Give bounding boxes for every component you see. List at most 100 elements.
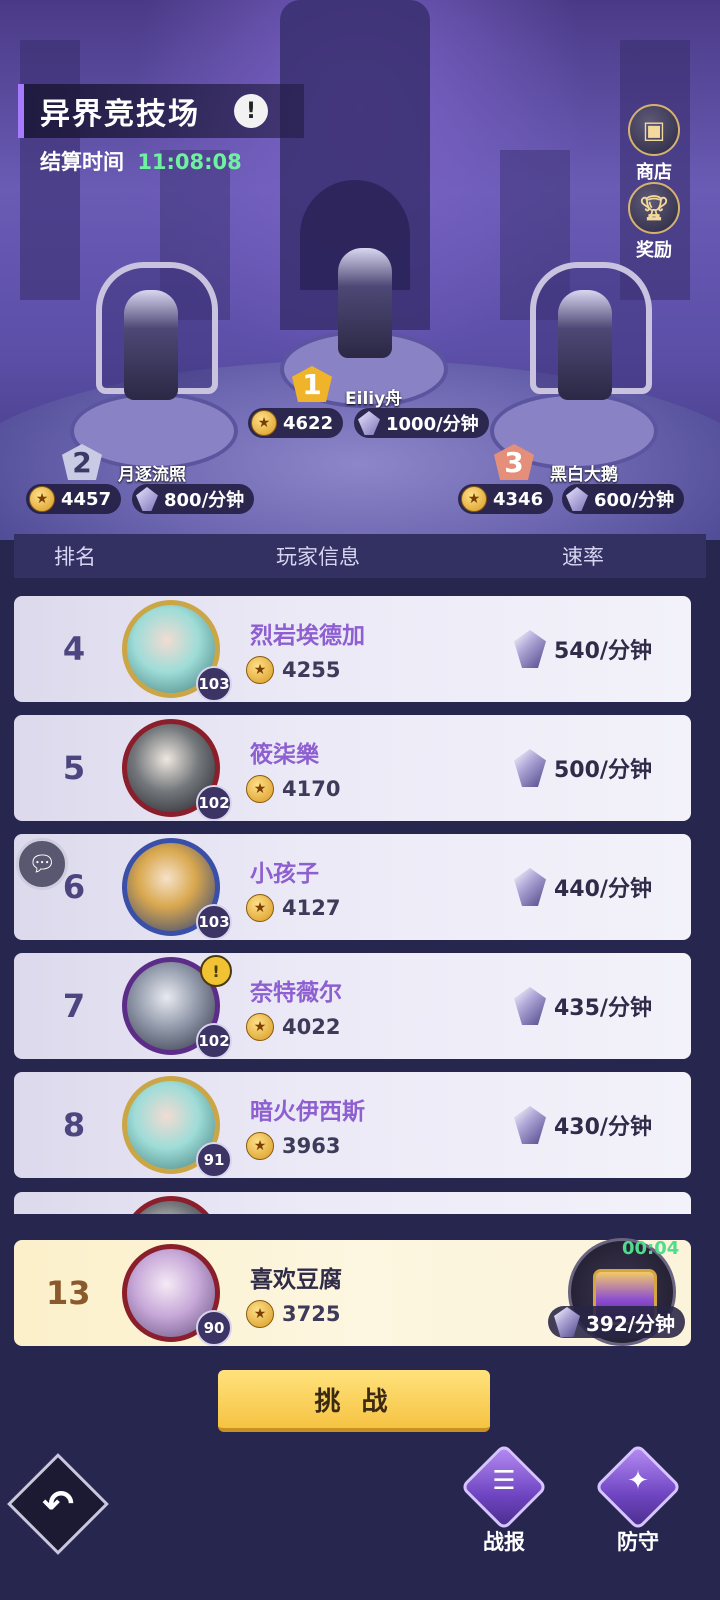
rank-1-rate: 1000/分钟 <box>354 408 489 438</box>
page-title: 异界竞技场 <box>40 97 200 132</box>
level-badge: 103 <box>196 904 232 940</box>
rate-value: 392/分钟 <box>586 1311 676 1336</box>
shop-label: 商店 <box>636 162 672 183</box>
header-player-info: 玩家信息 <box>276 545 360 569</box>
crystal-icon <box>514 749 546 787</box>
score-value: 4622 <box>283 412 334 434</box>
coin-icon: ★ <box>461 486 487 512</box>
score-value: 4022 <box>282 1015 341 1039</box>
score-value: 4346 <box>493 488 544 510</box>
list-icon: ☰ <box>492 1466 516 1496</box>
chat-icon[interactable]: 💬︎ <box>16 838 68 890</box>
score-value: 4127 <box>282 896 341 920</box>
chest-timer: 00:04 <box>622 1238 680 1259</box>
list-item[interactable]: 7 102 奈特薇尔 ★ 4022 435/分钟 <box>14 953 691 1059</box>
list-item[interactable]: 5 102 筱柒樂 ★ 4170 500/分钟 <box>14 715 691 821</box>
ranking-table-header: 排名 玩家信息 速率 <box>14 534 706 578</box>
my-rate: 392/分钟 <box>548 1306 686 1338</box>
row-player-name: 奈特薇尔 <box>250 980 342 1006</box>
champion-figure <box>338 248 392 358</box>
rate-value: 600/分钟 <box>594 490 675 511</box>
star-icon: ✦ <box>627 1466 649 1496</box>
defense-label: 防守 <box>617 1530 659 1554</box>
avatar[interactable] <box>122 1196 220 1214</box>
list-item[interactable]: 6 103 小孩子 ★ 4127 440/分钟 <box>14 834 691 940</box>
my-level-badge: 90 <box>196 1310 232 1346</box>
coin-icon: ★ <box>246 894 274 922</box>
my-score: ★ 3725 <box>246 1300 340 1328</box>
row-player-name: 筱柒樂 <box>250 742 319 768</box>
row-player-name: 暗火伊西斯 <box>250 1099 365 1125</box>
score-value: 4170 <box>282 777 341 801</box>
rate-value: 1000/分钟 <box>386 414 479 435</box>
coin-icon: ★ <box>246 656 274 684</box>
header-rank: 排名 <box>54 545 96 569</box>
battle-report-button[interactable]: ☰ 战报 <box>456 1443 552 1556</box>
champion-figure <box>124 290 178 400</box>
back-arrow-icon: ↶ <box>42 1482 74 1526</box>
rank-2-name: 月逐流照 <box>118 465 186 485</box>
rate-value: 800/分钟 <box>164 490 245 511</box>
settlement-countdown: 11:08:08 <box>137 150 242 174</box>
champion-figure <box>558 290 612 400</box>
coin-icon: ★ <box>29 486 55 512</box>
crystal-icon <box>136 487 158 511</box>
reward-button[interactable]: 🏆︎ 奖励 <box>614 182 694 262</box>
row-rank: 4 <box>62 630 86 668</box>
row-player-name: 烈岩埃德加 <box>250 623 365 649</box>
settlement-label: 结算时间 <box>40 150 124 174</box>
rank-3-score: ★ 4346 <box>458 484 554 514</box>
crystal-icon <box>514 630 546 668</box>
rank-1-score: ★ 4622 <box>248 408 344 438</box>
crystal-icon <box>514 987 546 1025</box>
rank-2-score: ★ 4457 <box>26 484 122 514</box>
row-rate: 440/分钟 <box>514 868 652 906</box>
coin-icon: ★ <box>246 1013 274 1041</box>
coin-icon: ★ <box>246 1300 274 1328</box>
shop-button[interactable]: ▣ 商店 <box>614 104 694 184</box>
info-icon[interactable]: ! <box>234 94 268 128</box>
row-rank: 7 <box>62 987 86 1025</box>
defense-button[interactable]: ✦ 防守 <box>590 1443 686 1556</box>
settlement-time: 结算时间 11:08:08 <box>40 146 242 176</box>
shop-icon: ▣ <box>628 104 680 156</box>
crystal-icon <box>514 868 546 906</box>
row-player-name: 小孩子 <box>250 861 319 887</box>
alert-badge-icon: ! <box>200 955 232 987</box>
row-rate: 540/分钟 <box>514 630 652 668</box>
rank-3-rate: 600/分钟 <box>562 484 685 514</box>
score-value: 3963 <box>282 1134 341 1158</box>
rate-value: 540/分钟 <box>554 639 652 664</box>
row-rank: 5 <box>62 749 86 787</box>
trophy-icon: 🏆︎ <box>628 182 680 234</box>
crystal-icon <box>514 1106 546 1144</box>
level-badge: 102 <box>196 785 232 821</box>
list-item[interactable] <box>14 1192 691 1214</box>
row-rank: 8 <box>62 1106 86 1144</box>
rate-value: 500/分钟 <box>554 758 652 783</box>
ranking-list[interactable]: 4 103 烈岩埃德加 ★ 4255 540/分钟 5 102 筱柒樂 ★ 41… <box>14 594 706 1214</box>
header-rate: 速率 <box>562 545 604 569</box>
challenge-button[interactable]: 挑 战 <box>218 1370 490 1432</box>
battle-report-label: 战报 <box>483 1530 525 1554</box>
score-value: 3725 <box>282 1302 341 1326</box>
row-score: ★ 3963 <box>246 1132 340 1160</box>
coin-icon: ★ <box>251 410 277 436</box>
crystal-icon <box>554 1307 580 1337</box>
level-badge: 102 <box>196 1023 232 1059</box>
reward-label: 奖励 <box>636 240 672 261</box>
rate-value: 430/分钟 <box>554 1115 652 1140</box>
row-rate: 500/分钟 <box>514 749 652 787</box>
rate-value: 435/分钟 <box>554 996 652 1021</box>
coin-icon: ★ <box>246 775 274 803</box>
list-item[interactable]: 4 103 烈岩埃德加 ★ 4255 540/分钟 <box>14 596 691 702</box>
level-badge: 103 <box>196 666 232 702</box>
list-item[interactable]: 8 91 暗火伊西斯 ★ 3963 430/分钟 <box>14 1072 691 1178</box>
score-value: 4457 <box>61 488 112 510</box>
row-score: ★ 4255 <box>246 656 340 684</box>
rate-value: 440/分钟 <box>554 877 652 902</box>
level-badge: 91 <box>196 1142 232 1178</box>
row-score: ★ 4127 <box>246 894 340 922</box>
score-value: 4255 <box>282 658 341 682</box>
my-player-name: 喜欢豆腐 <box>250 1267 342 1293</box>
